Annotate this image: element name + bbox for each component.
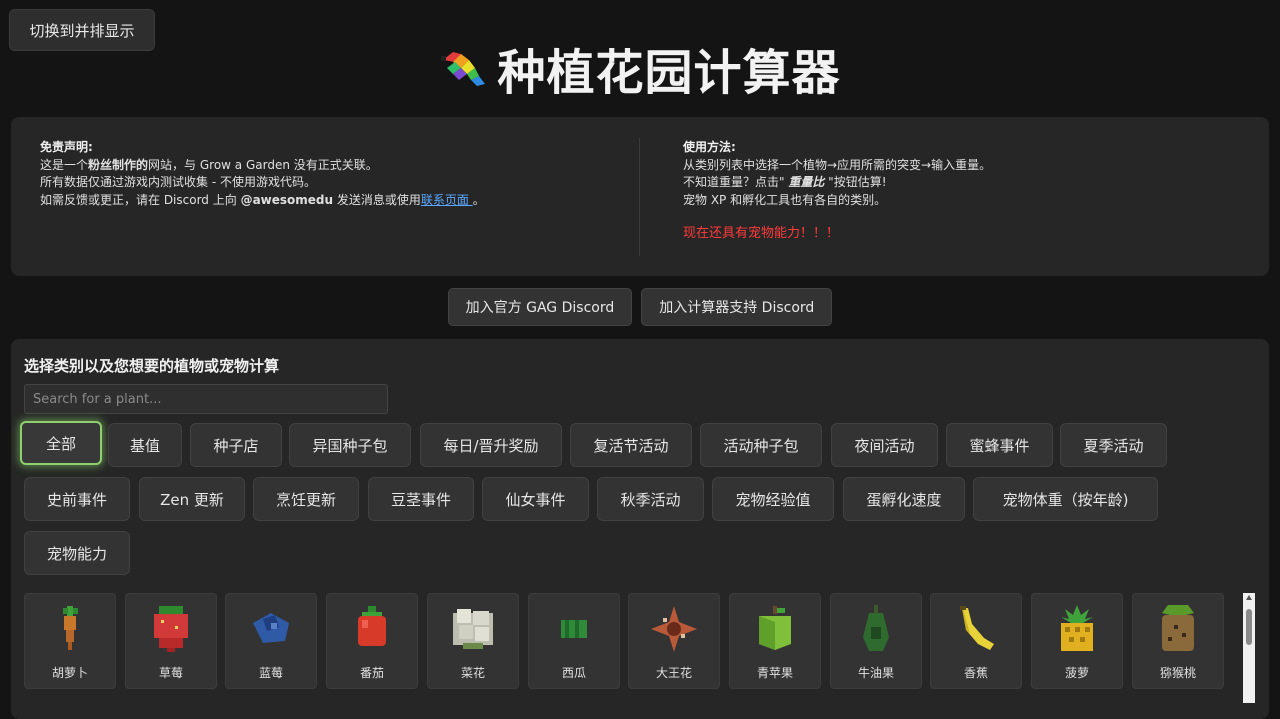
strawberry-icon [154, 606, 188, 652]
selector-heading: 选择类别以及您想要的植物或宠物计算 [24, 357, 280, 375]
plant-tile-avocado[interactable]: 牛油果 [830, 593, 922, 689]
plant-name: 胡萝卜 [51, 666, 88, 680]
disclaimer-line2: 所有数据仅通过游戏内测试收集 - 不使用游戏代码。 [40, 175, 316, 189]
rafflesia-icon [651, 606, 697, 652]
plant-name: 菜花 [460, 666, 485, 680]
plant-name: 西瓜 [561, 666, 586, 680]
category-cooking-update[interactable]: 烹饪更新 [253, 477, 359, 521]
category-autumn-event[interactable]: 秋季活动 [597, 477, 704, 521]
discord-handle: @awesomedu [240, 192, 334, 207]
disclaimer-line1-bold: 粉丝制作的 [88, 157, 149, 172]
category-zen-update[interactable]: Zen 更新 [139, 477, 245, 521]
plant-search-input[interactable] [24, 384, 388, 414]
official-discord-button[interactable]: 加入官方 GAG Discord [447, 288, 633, 326]
category-bee-event[interactable]: 蜜蜂事件 [946, 423, 1053, 467]
usage-line3: 宠物 XP 和孵化工具也有各自的类别。 [683, 192, 887, 207]
plant-tile-blueberry[interactable]: 蓝莓 [225, 593, 317, 689]
category-fairy-event[interactable]: 仙女事件 [482, 477, 589, 521]
plant-name: 草莓 [158, 666, 183, 680]
scroll-up-arrow-icon[interactable] [1246, 595, 1252, 600]
cauliflower-icon [453, 609, 493, 649]
disclaimer-line3-pre: 如需反馈或更正，请在 Discord 上向 [40, 192, 241, 207]
scroll-thumb[interactable] [1246, 609, 1252, 645]
contact-page-link[interactable]: 联系页面 [421, 193, 473, 207]
usage: 使用方法: 从类别列表中选择一个植物→应用所需的突变→输入重量。 不知道重量？点… [683, 139, 1243, 243]
plant-tile-green-apple[interactable]: 青苹果 [729, 593, 821, 689]
blueberry-icon [253, 613, 289, 643]
discord-buttons: 加入官方 GAG Discord 加入计算器支持 Discord [0, 288, 1280, 326]
plant-tile-banana[interactable]: 香蕉 [930, 593, 1022, 689]
usage-line2-em: 重量比 [788, 175, 825, 189]
disclaimer-line1: 这是一个粉丝制作的网站，与 Grow a Garden 没有正式关联。 [40, 157, 620, 175]
usage-line2-pre: 不知道重量？点击" [683, 175, 789, 189]
pineapple-icon [1061, 605, 1093, 651]
usage-line2-post: "按钮估算! [824, 175, 887, 189]
category-night-event[interactable]: 夜间活动 [831, 423, 938, 467]
plant-selector: 选择类别以及您想要的植物或宠物计算 全部 基值 种子店 异国种子包 每日/晋升奖… [11, 339, 1269, 719]
category-pet-xp[interactable]: 宠物经验值 [712, 477, 834, 521]
disclaimer-line3-end: 。 [472, 192, 485, 207]
carrot-icon [63, 606, 78, 650]
disclaimer: 免责声明: 这是一个粉丝制作的网站，与 Grow a Garden 没有正式关联… [40, 139, 620, 209]
plant-name: 香蕉 [963, 666, 988, 680]
plant-tile-tomato[interactable]: 番茄 [326, 593, 418, 689]
category-daily-rewards[interactable]: 每日/晋升奖励 [420, 423, 562, 467]
plant-list-scrollbar[interactable] [1243, 593, 1255, 703]
category-exotic-seed-pack[interactable]: 异国种子包 [289, 423, 411, 467]
disclaimer-line3: 如需反馈或更正，请在 Discord 上向 @awesomedu 发送消息或使用… [40, 192, 620, 210]
category-egg-hatch-speed[interactable]: 蛋孵化速度 [843, 477, 965, 521]
disclaimer-line3-mid: 发送消息或使用 [333, 192, 421, 207]
usage-heading: 使用方法: [683, 140, 736, 154]
info-divider [639, 138, 640, 256]
avocado-icon [863, 605, 889, 651]
usage-line2: 不知道重量？点击" 重量比 "按钮估算! [683, 174, 1243, 192]
plant-name: 蓝莓 [258, 666, 283, 680]
category-prehistoric-event[interactable]: 史前事件 [24, 477, 130, 521]
disclaimer-line1-pre: 这是一个 [40, 157, 89, 172]
category-base[interactable]: 基值 [108, 423, 182, 467]
rainbow-parrot-icon [441, 52, 486, 86]
green-apple-icon [759, 606, 791, 650]
plant-name: 猕猴桃 [1159, 666, 1196, 680]
plant-name: 牛油果 [857, 666, 894, 680]
banana-icon [960, 606, 994, 650]
category-easter-event[interactable]: 复活节活动 [570, 423, 692, 467]
usage-line1: 从类别列表中选择一个植物→应用所需的突变→输入重量。 [683, 157, 992, 172]
page-title: 种植花园计算器 [497, 45, 841, 101]
plant-name: 菠萝 [1064, 666, 1089, 680]
category-beanstalk-event[interactable]: 豆茎事件 [368, 477, 474, 521]
disclaimer-line1-post: 网站，与 Grow a Garden 没有正式关联。 [148, 157, 378, 172]
category-summer-event[interactable]: 夏季活动 [1060, 423, 1167, 467]
watermelon-icon [561, 620, 587, 638]
plant-tile-pineapple[interactable]: 菠萝 [1031, 593, 1123, 689]
category-pet-weight[interactable]: 宠物体重（按年龄) [973, 477, 1158, 521]
plant-tile-rafflesia[interactable]: 大王花 [628, 593, 720, 689]
plant-name: 大王花 [655, 666, 692, 680]
plant-tile-kiwi[interactable]: 猕猴桃 [1132, 593, 1224, 689]
plant-name: 青苹果 [756, 666, 793, 680]
pet-abilities-note: 现在还具有宠物能力！！！ [683, 226, 840, 241]
category-event-seed-pack[interactable]: 活动种子包 [700, 423, 822, 467]
support-discord-button[interactable]: 加入计算器支持 Discord [641, 288, 833, 326]
info-card: 免责声明: 这是一个粉丝制作的网站，与 Grow a Garden 没有正式关联… [11, 117, 1269, 276]
category-pet-abilities[interactable]: 宠物能力 [24, 531, 130, 575]
plant-tile-strawberry[interactable]: 草莓 [125, 593, 217, 689]
plant-tile-cauliflower[interactable]: 菜花 [427, 593, 519, 689]
plant-tile-carrot[interactable]: 胡萝卜 [24, 593, 116, 689]
category-seed-shop[interactable]: 种子店 [190, 423, 282, 467]
plant-name: 番茄 [359, 666, 384, 680]
disclaimer-heading: 免责声明: [40, 140, 93, 154]
header: 种植花园计算器 [0, 36, 1280, 101]
tomato-icon [358, 606, 386, 646]
plant-tile-watermelon[interactable]: 西瓜 [528, 593, 620, 689]
category-all[interactable]: 全部 [20, 421, 102, 465]
kiwi-icon [1162, 605, 1194, 651]
